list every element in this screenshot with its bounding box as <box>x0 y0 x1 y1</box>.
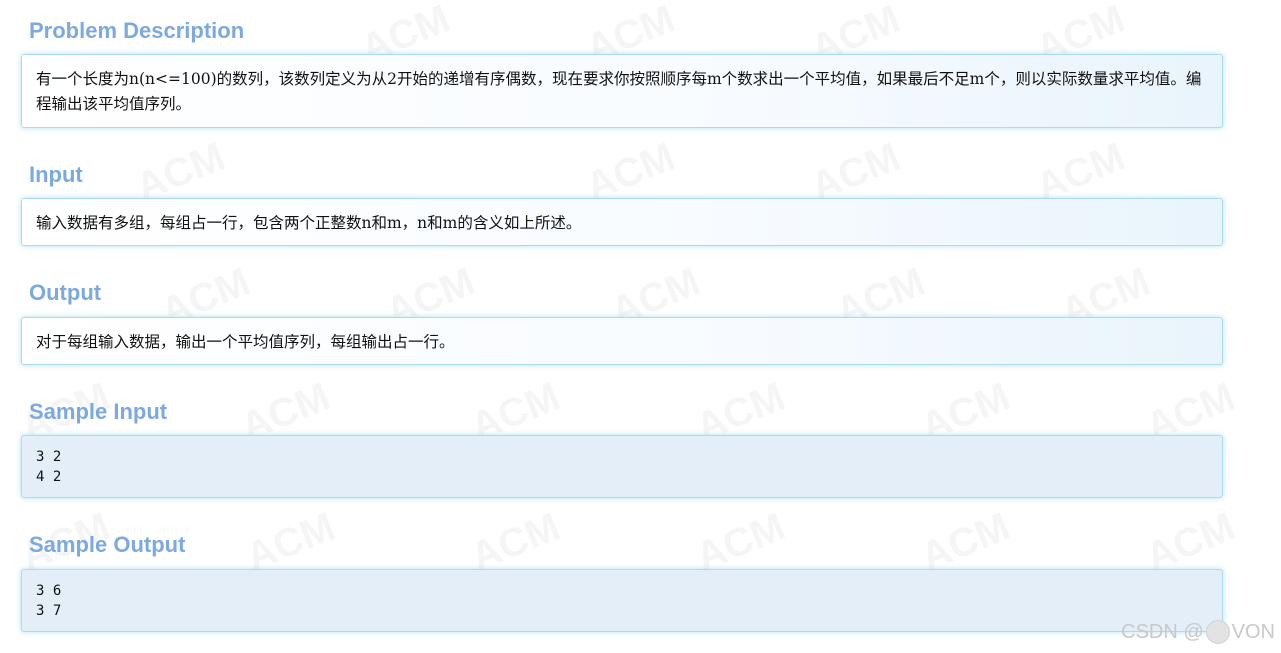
sample-output-line: 3 6 <box>36 583 62 599</box>
sample-input-heading: Sample Input <box>29 399 168 424</box>
sample-input-panel: 3 2 4 2 <box>21 435 1223 498</box>
input-heading: Input <box>29 162 83 187</box>
author-avatar-icon <box>1205 620 1230 644</box>
problem-description-heading: Problem Description <box>29 18 245 43</box>
sample-input-line: 4 2 <box>36 469 62 485</box>
input-panel: 输入数据有多组，每组占一行，包含两个正整数n和m，n和m的含义如上所述。 <box>21 198 1223 246</box>
csdn-label: CSDN @ <box>1121 620 1204 643</box>
author-name: VON <box>1231 620 1275 643</box>
sample-output-panel: 3 6 3 7 <box>21 569 1223 632</box>
sample-input-line: 3 2 <box>36 449 62 465</box>
problem-description-panel: 有一个长度为n(n<=100)的数列，该数列定义为从2开始的递增有序偶数，现在要… <box>21 54 1223 128</box>
sample-output-heading: Sample Output <box>29 532 186 557</box>
output-text: 对于每组输入数据，输出一个平均值序列，每组输出占一行。 <box>36 333 455 351</box>
csdn-watermark: CSDN @ VON <box>1121 620 1275 644</box>
output-heading: Output <box>29 280 102 305</box>
output-panel: 对于每组输入数据，输出一个平均值序列，每组输出占一行。 <box>21 317 1223 365</box>
input-text: 输入数据有多组，每组占一行，包含两个正整数n和m，n和m的含义如上所述。 <box>36 214 582 232</box>
problem-page: Problem Description 有一个长度为n(n<=100)的数列，该… <box>0 0 1281 653</box>
sample-output-line: 3 7 <box>36 603 62 619</box>
problem-description-text: 有一个长度为n(n<=100)的数列，该数列定义为从2开始的递增有序偶数，现在要… <box>36 70 1202 113</box>
